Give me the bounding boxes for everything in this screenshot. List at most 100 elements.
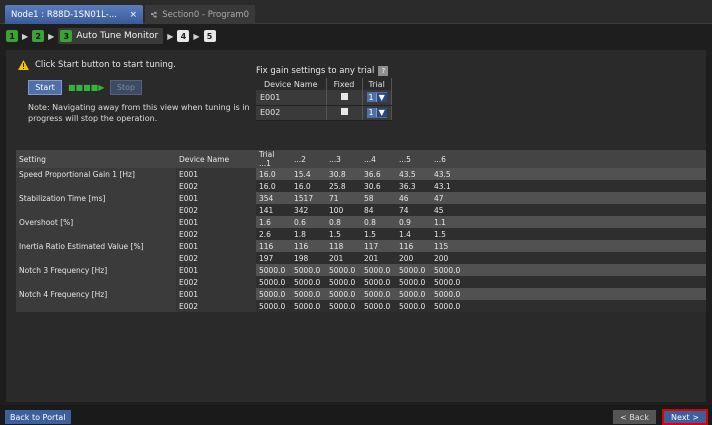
header-trial-2: ...2 — [291, 150, 326, 168]
trial-value-cell: 46 — [396, 192, 431, 204]
trial-value-cell: 84 — [361, 204, 396, 216]
tab-section0-program0[interactable]: Section0 - Program0 — [145, 5, 255, 24]
filler-cell — [466, 204, 706, 216]
trial-value-cell: 1.6 — [256, 216, 291, 228]
chevron-down-icon[interactable]: ▼ — [375, 92, 387, 102]
trial-select[interactable]: 1 ▼ — [366, 92, 387, 103]
trial-select[interactable]: 1 ▼ — [366, 107, 387, 118]
fix-gain-title-text: Fix gain settings to any trial — [256, 66, 375, 76]
trial-value-cell: 5000.0 — [396, 288, 431, 300]
trial-select-cell: 1 ▼ — [362, 105, 392, 121]
filler-cell — [466, 192, 706, 204]
program-icon — [151, 11, 157, 18]
trial-value-cell: 16.0 — [256, 180, 291, 192]
trial-value-cell: 117 — [361, 240, 396, 252]
setting-cell — [16, 276, 176, 288]
header-trial-1: Trial ...1 — [256, 150, 291, 168]
trial-value-cell: 5000.0 — [431, 264, 466, 276]
bottom-bar: Back to Portal < Back Next > — [0, 405, 712, 425]
setting-cell — [16, 180, 176, 192]
trial-value-cell: 5000.0 — [326, 288, 361, 300]
header-trial-3: ...3 — [326, 150, 361, 168]
trial-value-cell: 47 — [431, 192, 466, 204]
trial-value-cell: 2.6 — [256, 228, 291, 240]
fix-device-name: E002 — [256, 105, 327, 121]
back-button[interactable]: < Back — [613, 410, 656, 424]
trial-select-value: 1 — [368, 108, 374, 117]
trial-value-cell: 15.4 — [291, 168, 326, 180]
step-5-badge[interactable]: 5 — [203, 30, 216, 42]
trial-value-cell: 100 — [326, 204, 361, 216]
trial-value-cell: 36.3 — [396, 180, 431, 192]
tab-node1[interactable]: Node1 : R88D-1SN01L-... × — [5, 5, 143, 24]
trial-value-cell: 5000.0 — [361, 264, 396, 276]
warning-icon — [18, 60, 29, 70]
trial-value-cell: 5000.0 — [361, 276, 396, 288]
filler-cell — [466, 264, 706, 276]
setting-cell — [16, 252, 176, 264]
stop-button[interactable]: Stop — [110, 80, 142, 95]
filler-cell — [466, 168, 706, 180]
tuning-progress-indicator: ■■■■▶ — [68, 83, 105, 92]
device-cell: E002 — [176, 300, 256, 312]
table-row: Notch 3 Frequency [Hz] E001 5000.0 5000.0 50… — [16, 264, 706, 276]
trial-value-cell: 45 — [431, 204, 466, 216]
trial-value-cell: 1.1 — [431, 216, 466, 228]
setting-cell: Stabilization Time [ms] — [16, 192, 176, 204]
step-3-badge: 3 — [60, 30, 73, 42]
step-current-label: Auto Tune Monitor — [76, 31, 159, 41]
device-cell: E002 — [176, 228, 256, 240]
filler-cell — [466, 300, 706, 312]
fixed-checkbox[interactable] — [340, 92, 348, 100]
fix-gain-title: Fix gain settings to any trial ? — [256, 66, 389, 76]
trial-value-cell: 5000.0 — [256, 300, 291, 312]
setting-cell: Inertia Ratio Estimated Value [%] — [16, 240, 176, 252]
trial-value-cell: 200 — [396, 252, 431, 264]
trial-value-cell: 197 — [256, 252, 291, 264]
setting-cell: Notch 4 Frequency [Hz] — [16, 288, 176, 300]
next-button[interactable]: Next > — [662, 409, 708, 425]
trial-value-cell: 0.6 — [291, 216, 326, 228]
trial-value-cell: 5000.0 — [291, 300, 326, 312]
filler-cell — [466, 228, 706, 240]
chevron-right-icon: ▶ — [193, 31, 200, 41]
device-cell: E001 — [176, 264, 256, 276]
step-4-badge[interactable]: 4 — [177, 30, 190, 42]
tuning-results-table: Setting Device Name Trial ...1 ...2 ...3… — [16, 150, 706, 312]
header-setting: Setting — [16, 150, 176, 168]
trial-value-cell: 198 — [291, 252, 326, 264]
table-row: Speed Proportional Gain 1 [Hz] E001 16.0 15… — [16, 168, 706, 180]
instruction-text: Click Start button to start tuning. — [35, 60, 176, 70]
trial-value-cell: 5000.0 — [431, 276, 466, 288]
back-to-portal-button[interactable]: Back to Portal — [5, 410, 71, 424]
step-1-badge[interactable]: 1 — [6, 30, 18, 42]
step-2-badge[interactable]: 2 — [32, 30, 45, 42]
trial-value-cell: 74 — [396, 204, 431, 216]
trial-value-cell: 16.0 — [256, 168, 291, 180]
setting-cell — [16, 228, 176, 240]
step-current[interactable]: 3 Auto Tune Monitor — [58, 28, 164, 44]
trial-value-cell: 36.6 — [361, 168, 396, 180]
filler-cell — [466, 276, 706, 288]
table-row: E002 16.0 16.0 25.8 30.6 36.3 43.1 — [16, 180, 706, 192]
setting-cell: Notch 3 Frequency [Hz] — [16, 264, 176, 276]
setting-cell — [16, 204, 176, 216]
start-button[interactable]: Start — [28, 80, 62, 95]
help-icon[interactable]: ? — [378, 66, 389, 76]
trial-value-cell: 43.5 — [431, 168, 466, 180]
trial-value-cell: 5000.0 — [291, 276, 326, 288]
device-cell: E001 — [176, 192, 256, 204]
header-device-name: Device Name — [176, 150, 256, 168]
trial-value-cell: 1.5 — [361, 228, 396, 240]
trial-value-cell: 5000.0 — [326, 264, 361, 276]
close-icon[interactable]: × — [129, 10, 137, 20]
device-cell: E001 — [176, 216, 256, 228]
trial-value-cell: 71 — [326, 192, 361, 204]
device-cell: E002 — [176, 204, 256, 216]
fixed-checkbox-cell — [326, 105, 363, 121]
results-header-row: Setting Device Name Trial ...1 ...2 ...3… — [16, 150, 706, 168]
trial-value-cell: 0.8 — [326, 216, 361, 228]
fixed-checkbox[interactable] — [340, 108, 348, 115]
device-cell: E001 — [176, 288, 256, 300]
chevron-down-icon[interactable]: ▼ — [375, 108, 387, 117]
